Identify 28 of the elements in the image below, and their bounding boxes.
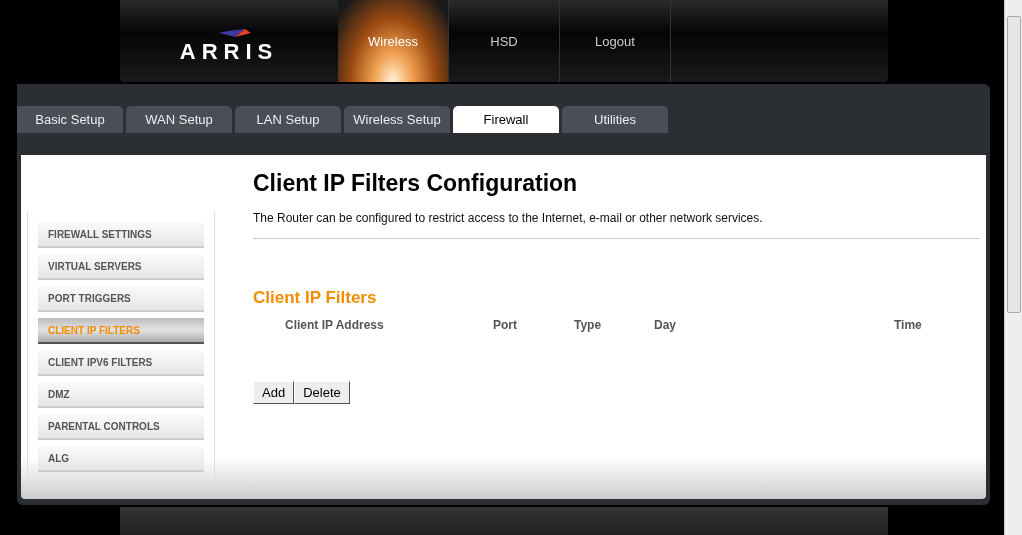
sidebar-item[interactable]: VIRTUAL SERVERS bbox=[38, 254, 204, 280]
tab[interactable]: Utilities bbox=[562, 106, 668, 133]
action-button[interactable]: Delete bbox=[294, 381, 350, 404]
logo-text: ARRIS bbox=[179, 39, 279, 65]
description-text: The Router can be configured to restrict access to the Internet, e-mail or other network services. bbox=[253, 211, 764, 225]
nav-tab[interactable]: Logout bbox=[560, 0, 671, 82]
action-button[interactable]: Add bbox=[253, 381, 295, 404]
section-title: Client IP Filters bbox=[253, 288, 378, 308]
tab[interactable]: LAN Setup bbox=[235, 106, 341, 133]
tab[interactable]: Wireless Setup bbox=[344, 106, 450, 133]
column-header: Day bbox=[654, 318, 677, 332]
scrollbar[interactable] bbox=[1004, 0, 1022, 535]
column-header: Type bbox=[574, 318, 603, 332]
sidebar-item[interactable]: FIREWALL SETTINGS bbox=[38, 222, 204, 248]
sidebar-item[interactable]: CLIENT IPV6 FILTERS bbox=[38, 350, 204, 376]
page-title: Client IP Filters Configuration bbox=[253, 170, 579, 197]
sidebar-item[interactable]: ALG bbox=[38, 446, 204, 472]
scrollbar-thumb[interactable] bbox=[1007, 16, 1021, 313]
sidebar-item[interactable]: PORT TRIGGERS bbox=[38, 286, 204, 312]
tab[interactable]: Basic Setup bbox=[17, 106, 123, 133]
sidebar-item[interactable]: PARENTAL CONTROLS bbox=[38, 414, 204, 440]
column-header: Port bbox=[493, 318, 518, 332]
sidebar-item[interactable]: DMZ bbox=[38, 382, 204, 408]
tab[interactable]: WAN Setup bbox=[126, 106, 232, 133]
column-header: Time bbox=[894, 318, 923, 332]
nav-tab[interactable]: HSD bbox=[449, 0, 560, 82]
column-header: Client IP Address bbox=[284, 318, 385, 332]
tab[interactable]: Firewall bbox=[453, 106, 559, 133]
